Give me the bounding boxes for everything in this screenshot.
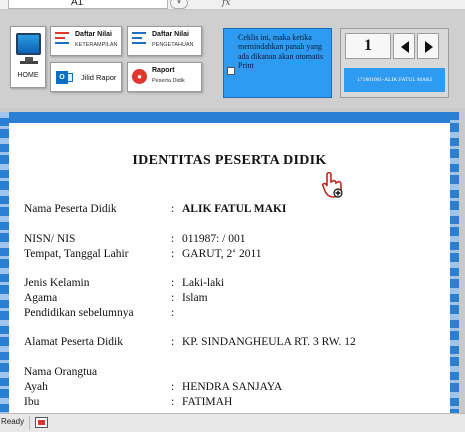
field-value: HENDRA SANJAYA: [182, 381, 283, 393]
field-value: FATIMAH: [182, 396, 233, 408]
field-label: Jenis Kelamin: [24, 277, 90, 289]
auto-print-text: Ceklis ini, maka ketika memindahkan pana…: [238, 33, 324, 71]
field-value: 011987: / 001: [182, 233, 246, 245]
sheet-toolbar: HOME Daftar Nilai KETERAMPILAN Daftar Ni…: [0, 10, 465, 108]
field-label: Pendidikan sebelumnya: [24, 307, 134, 319]
name-box-dropdown[interactable]: ▾: [170, 0, 188, 9]
report-page: IDENTITAS PESERTA DIDIK Nama Peserta Did…: [9, 123, 450, 413]
field-label: Alamat Peserta Didik: [24, 336, 124, 348]
button-title: Daftar Nilai: [75, 31, 112, 38]
status-bar: Ready: [0, 413, 465, 432]
field-label: NISN/ NIS: [24, 233, 76, 245]
arrow-left-icon[interactable]: [393, 33, 415, 59]
auto-print-checkbox[interactable]: [227, 67, 235, 75]
list-icon: [55, 32, 71, 48]
button-title: Jilid Rapor: [81, 73, 117, 82]
jilid-rapor-button[interactable]: O Jilid Rapor: [50, 62, 122, 92]
field-value: ALIK FATUL MAKI: [182, 203, 287, 215]
field-label: Agama: [24, 292, 58, 304]
home-monitor-icon: [16, 33, 41, 55]
daftar-nilai-keterampilan-button[interactable]: Daftar Nilai KETERAMPILAN: [50, 26, 122, 56]
field-label: Ayah: [24, 381, 48, 393]
field-value: Islam: [182, 292, 208, 304]
button-title: Raport: [152, 67, 175, 74]
button-title: Daftar Nilai: [152, 31, 189, 38]
button-subtitle: PENGETAHUAN: [152, 42, 194, 48]
home-button[interactable]: HOME: [10, 26, 46, 88]
button-subtitle: KETERAMPILAN: [75, 42, 118, 48]
macro-icon[interactable]: [35, 417, 48, 428]
auto-print-info: Ceklis ini, maka ketika memindahkan pana…: [223, 28, 332, 98]
home-button-label: HOME: [17, 72, 39, 79]
student-navigator: 1 171801001-ALIK FATUL MAKI: [340, 28, 449, 98]
page-number[interactable]: 1: [345, 33, 391, 59]
name-box[interactable]: A1: [8, 0, 168, 9]
daftar-nilai-pengetahuan-button[interactable]: Daftar Nilai PENGETAHUAN: [127, 26, 202, 56]
student-id-label: 171801001-ALIK FATUL MAKI: [344, 68, 445, 92]
field-label: Nama Orangtua: [24, 366, 98, 378]
field-value: GARUT, 2‘ 2011: [182, 248, 262, 260]
field-label: Nama Peserta Didik: [24, 203, 117, 215]
status-ready: Ready: [1, 417, 25, 426]
button-subtitle: Peserta Didik: [152, 78, 185, 84]
page-title: IDENTITAS PESERTA DIDIK: [132, 153, 327, 168]
list-icon: [132, 32, 148, 48]
raport-button[interactable]: ● Raport Peserta Didik: [127, 62, 202, 92]
field-value: Laki-laki: [182, 277, 225, 289]
outlook-icon: O: [56, 71, 68, 84]
raport-icon: ●: [132, 69, 147, 84]
field-label: Tempat, Tanggal Lahir: [24, 248, 129, 260]
field-label: Ibu: [24, 396, 40, 408]
field-value: KP. SINDANGHEULA RT. 3 RW. 12: [182, 336, 356, 348]
formula-bar: A1 ▾ fx: [0, 0, 465, 10]
hand-cursor-icon: [322, 172, 343, 198]
fx-label[interactable]: fx: [222, 0, 230, 8]
arrow-right-icon[interactable]: [417, 33, 439, 59]
